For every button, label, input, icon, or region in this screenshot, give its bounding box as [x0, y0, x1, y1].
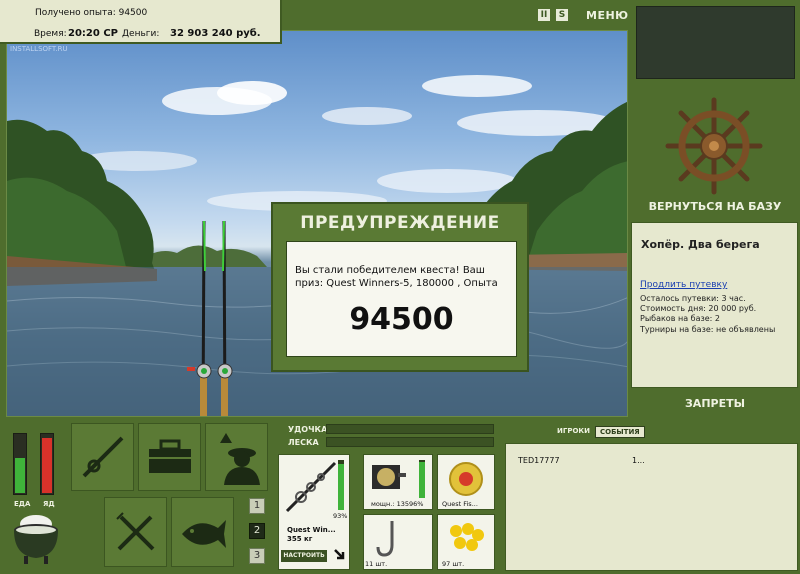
tackle-box-tile[interactable]: [138, 423, 201, 491]
rod-icon: [82, 436, 123, 478]
location-name: Хопёр. Два берега: [641, 238, 760, 251]
line-tension-bar: [326, 437, 494, 447]
location-info: Хопёр. Два берега Продлить путевку Остал…: [631, 222, 798, 388]
tackle-box-icon: [148, 439, 191, 473]
info-line: Стоимость дня: 20 000 руб.: [640, 304, 757, 313]
experience-text: Получено опыта: 94500: [35, 8, 148, 18]
reel-power: мощн.: 135: [371, 500, 409, 508]
reel-condition-fill: [419, 461, 425, 498]
arrow-down-right-icon[interactable]: [333, 548, 347, 562]
hook-count: 11 шт.: [365, 560, 388, 568]
sound-icon[interactable]: S: [556, 9, 568, 21]
rod-weight: 355 кг: [287, 535, 313, 543]
dialog-body[interactable]: Вы стали победителем квеста! Ваш приз: Q…: [286, 241, 517, 357]
menu-button[interactable]: МЕНЮ: [586, 9, 629, 22]
rod-status-label: УДОЧКА: [288, 425, 328, 434]
bait-count: 97 шт.: [442, 560, 465, 568]
rod-condition-fill: [338, 463, 344, 510]
info-line: Турниры на базе: не объявлены: [640, 325, 776, 334]
event-value: 1...: [632, 456, 645, 465]
rod-name: Quest Win... 355 кг: [287, 526, 336, 544]
reel-percent: 96%: [409, 500, 424, 508]
status-panel: Получено опыта: 94500 Время: 20:20 СР Де…: [0, 0, 282, 44]
info-line: Рыбаков на базе: 2: [640, 314, 720, 323]
fisherman-icon: [219, 433, 260, 485]
time-value: 20:20 СР: [68, 28, 118, 39]
top-controls: II S МЕНЮ: [538, 7, 629, 23]
slot-1-button[interactable]: 1: [249, 498, 265, 514]
money-value: 32 903 240 руб.: [170, 28, 261, 39]
dialog-value: 94500: [349, 302, 454, 337]
warning-dialog: ПРЕДУПРЕЖДЕНИЕ Вы стали победителем квес…: [271, 202, 529, 372]
bans-button[interactable]: ЗАПРЕТЫ: [630, 397, 800, 410]
events-tabs: ИГРОКИ СОБЫТИЯ: [505, 424, 798, 440]
tab-events[interactable]: СОБЫТИЯ: [595, 426, 645, 438]
catch-tile[interactable]: [171, 497, 234, 567]
dialog-message: Вы стали победителем квеста! Ваш приз: Q…: [295, 265, 498, 289]
rod-name-text: Quest Win...: [287, 526, 336, 534]
setup-button[interactable]: НАСТРОИТЬ: [281, 550, 327, 562]
extend-permit-link[interactable]: Продлить путевку: [640, 280, 727, 290]
character-tile[interactable]: [205, 423, 268, 491]
event-name: TED17777: [518, 456, 560, 465]
reel-condition-bar: [419, 460, 425, 498]
game-screen: Получено опыта: 94500 Время: 20:20 СР Де…: [0, 0, 800, 574]
corn-bait-icon: [450, 523, 484, 551]
food-meter: [13, 433, 27, 495]
minimap-panel: [636, 6, 795, 79]
return-to-base-button[interactable]: ВЕРНУТЬСЯ НА БАЗУ: [630, 200, 800, 213]
line-name: Quest Fis...: [442, 500, 478, 508]
cutlery-icon: [115, 512, 154, 551]
eat-tile[interactable]: [104, 497, 167, 567]
line-status-label: ЛЕСКА: [288, 438, 319, 447]
info-line: Осталось путевки: 3 час.: [640, 294, 746, 303]
tab-players[interactable]: ИГРОКИ: [553, 426, 594, 436]
reel-icon: [372, 465, 406, 489]
rod-condition-bar: [338, 460, 344, 510]
rod-percent: 93%: [333, 512, 348, 520]
ship-wheel-icon[interactable]: [664, 96, 764, 196]
dialog-title: ПРЕДУПРЕЖДЕНИЕ: [300, 213, 500, 233]
rod-item-icon: [285, 461, 337, 513]
line-spool-icon: [449, 462, 483, 496]
watermark-logo: INSTALLSOFT.RU: [10, 45, 68, 53]
fish-icon: [181, 520, 226, 548]
slot-2-button[interactable]: 2: [249, 523, 265, 539]
slot-3-button[interactable]: 3: [249, 548, 265, 564]
food-meter-fill: [15, 458, 25, 493]
tackle-tile[interactable]: [71, 423, 134, 491]
time-label: Время:: [34, 29, 67, 39]
events-list: TED17777 1...: [505, 443, 798, 571]
rod-tension-bar: [326, 424, 494, 434]
pause-icon[interactable]: II: [538, 9, 550, 21]
alcohol-label: ЯД: [43, 500, 55, 508]
cauldron-icon[interactable]: [10, 510, 62, 566]
alcohol-meter: [40, 433, 54, 495]
money-label: Деньги:: [122, 29, 160, 39]
hook-icon: [376, 521, 394, 557]
food-label: ЕДА: [14, 500, 31, 508]
alcohol-meter-fill: [42, 438, 52, 493]
